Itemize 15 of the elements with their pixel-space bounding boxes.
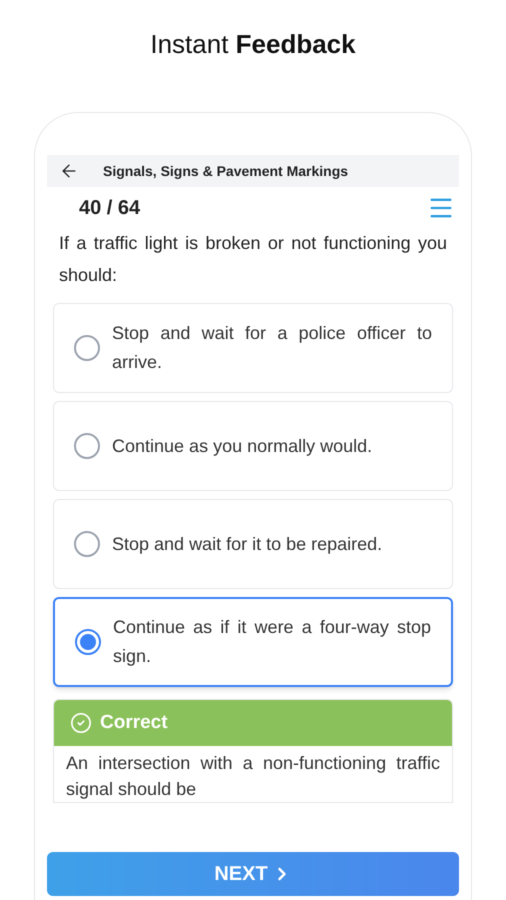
radio-button — [74, 335, 100, 361]
answer-option[interactable]: Stop and wait for a police officer to arrive. — [53, 303, 453, 393]
answer-option[interactable]: Continue as you normally would. — [53, 401, 453, 491]
answer-option[interactable]: Continue as if it were a four-way stop sign. — [53, 597, 453, 687]
check-circle-icon — [70, 712, 92, 734]
radio-button — [74, 433, 100, 459]
radio-button — [75, 629, 101, 655]
question-text: If a traffic light is broken or not functioning you should: — [58, 232, 448, 287]
question-counter: 40 / 64 — [79, 196, 140, 221]
headline: Instant Feedback — [150, 28, 356, 60]
radio-button — [74, 531, 100, 557]
feedback-explanation: An intersection with a non-functioning traffic signal should be — [65, 752, 441, 801]
feedback-label: Correct — [100, 710, 168, 735]
answer-option[interactable]: Stop and wait for it to be repaired. — [53, 499, 453, 589]
header-title: Signals, Signs & Pavement Markings — [103, 162, 348, 181]
